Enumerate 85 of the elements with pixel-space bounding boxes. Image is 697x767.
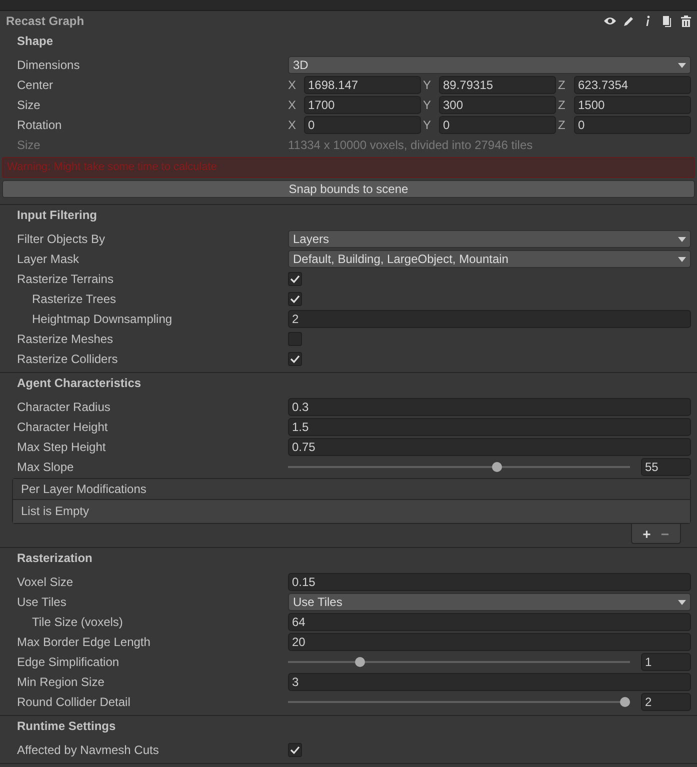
snap-button[interactable]: Snap bounds to scene [2, 180, 695, 198]
slider-thumb[interactable] [620, 697, 630, 707]
axis-label: Y [423, 78, 432, 92]
property-label: Rotation [17, 118, 63, 132]
caret-icon [678, 256, 686, 262]
property-label: Character Height [17, 420, 109, 434]
property-label: Dimensions [17, 58, 81, 72]
axis-label: X [288, 78, 298, 92]
empty-list-text: List is Empty [13, 500, 690, 523]
info-text: 11334 x 10000 voxels, divided into 27946 tiles [288, 138, 534, 152]
property-label: Max Step Height [17, 440, 107, 454]
number-field[interactable]: 1698.147 [304, 76, 421, 94]
property-label: Heightmap Downsampling [31, 312, 174, 326]
eye-icon[interactable] [603, 14, 617, 28]
number-field[interactable]: 623.7354 [574, 76, 691, 94]
property-label: Tile Size (voxels) [31, 615, 124, 629]
property-label: Max Slope [17, 460, 75, 474]
number-field[interactable]: 0 [304, 116, 421, 134]
pencil-icon[interactable] [622, 14, 636, 28]
axis-label: Z [558, 98, 566, 112]
axis-label: Z [558, 78, 566, 92]
property-label: Filter Objects By [17, 232, 106, 246]
property-label: Edge Simplification [17, 655, 120, 669]
property-label: Min Region Size [17, 675, 106, 689]
input-field[interactable]: 0.75 [288, 438, 691, 456]
number-field[interactable]: 2 [641, 693, 691, 711]
slider-thumb[interactable] [492, 462, 502, 472]
dropdown[interactable]: Default, Building, LargeObject, Mountain [288, 250, 691, 268]
checkbox[interactable] [288, 352, 302, 366]
axis-label: Y [423, 118, 432, 132]
property-label: Voxel Size [17, 575, 74, 589]
number-field[interactable]: 1500 [574, 96, 691, 114]
number-field[interactable]: 0 [574, 116, 691, 134]
checkbox[interactable] [288, 332, 302, 346]
caret-icon [678, 600, 686, 604]
property-label: Use Tiles [17, 595, 68, 609]
property-label: Size [17, 138, 42, 152]
input-field[interactable]: 3 [288, 673, 691, 691]
section-title: Shape [16, 33, 54, 50]
axis-label: X [288, 98, 298, 112]
input-field[interactable]: 64 [288, 613, 691, 631]
add-button[interactable]: + [640, 524, 654, 543]
list-header: Per Layer Modifications [13, 479, 690, 500]
number-field[interactable]: 1 [641, 653, 691, 671]
axis-label: X [288, 118, 298, 132]
warning-message: Warning: Might take some time to calculate [2, 157, 695, 178]
dropdown[interactable]: 3D [288, 56, 691, 74]
checkbox[interactable] [288, 272, 302, 286]
checkbox[interactable] [288, 743, 302, 757]
section-title: Rasterization [16, 550, 94, 567]
input-field[interactable]: 20 [288, 633, 691, 651]
caret-icon [678, 62, 686, 68]
property-label: Rasterize Terrains [17, 272, 114, 286]
number-field[interactable]: 300 [439, 96, 556, 114]
input-field[interactable]: 0.15 [288, 573, 691, 591]
property-label: Max Border Edge Length [17, 635, 152, 649]
trash-icon[interactable] [679, 14, 693, 28]
checkbox[interactable] [288, 292, 302, 306]
property-label: Round Collider Detail [17, 695, 132, 709]
slider-thumb[interactable] [354, 657, 365, 667]
property-label: Size [17, 98, 42, 112]
axis-label: Y [423, 98, 432, 112]
property-label: Rasterize Meshes [17, 332, 114, 346]
property-label: Character Radius [17, 400, 112, 414]
axis-label: Z [558, 118, 566, 132]
caret-icon [678, 236, 686, 242]
copy-icon[interactable] [660, 14, 674, 28]
number-field[interactable]: 0 [439, 116, 556, 134]
input-field[interactable]: 2 [288, 310, 691, 328]
property-label: Affected by Navmesh Cuts [17, 743, 160, 757]
input-field[interactable]: 0.3 [288, 398, 691, 416]
property-label: Rasterize Trees [31, 292, 118, 306]
section-title: Runtime Settings [16, 718, 117, 735]
panel-title: Recast Graph [6, 14, 86, 28]
section-title: Input Filtering [16, 207, 98, 224]
dropdown[interactable]: Layers [288, 230, 691, 248]
number-field[interactable]: 55 [641, 458, 691, 476]
input-field[interactable]: 1.5 [288, 418, 691, 436]
number-field[interactable]: 89.79315 [439, 76, 556, 94]
section-title: Agent Characteristics [16, 375, 142, 392]
property-label: Center [17, 78, 54, 92]
number-field[interactable]: 1700 [304, 96, 421, 114]
dropdown[interactable]: Use Tiles [288, 593, 691, 611]
property-label: Layer Mask [17, 252, 80, 266]
property-label: Rasterize Colliders [17, 352, 119, 366]
